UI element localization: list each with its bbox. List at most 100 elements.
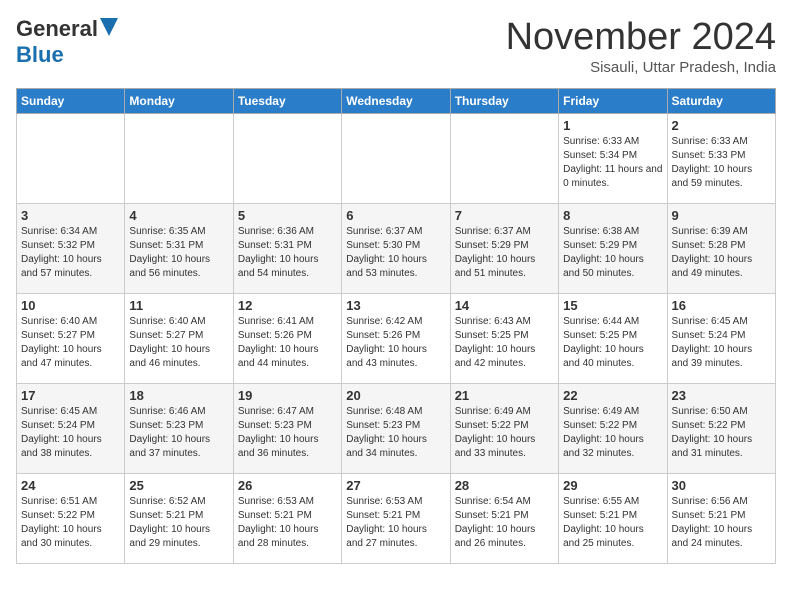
cell-info: Sunrise: 6:43 AM Sunset: 5:25 PM Dayligh… (455, 315, 554, 371)
cell-info: Sunrise: 6:49 AM Sunset: 5:22 PM Dayligh… (455, 405, 554, 461)
calendar-cell: 24 Sunrise: 6:51 AM Sunset: 5:22 PM Dayli… (17, 474, 125, 564)
day-number: 19 (238, 388, 337, 403)
day-number: 25 (129, 478, 228, 493)
calendar-cell (450, 114, 558, 204)
calendar-cell: 19Sunrise: 6:47 AM Sunset: 5:23 PM Dayli… (233, 384, 341, 474)
month-title: November 2024 (506, 16, 776, 59)
day-number: 11 (129, 298, 228, 313)
day-number: 8 (563, 208, 662, 223)
day-number: 10 (21, 298, 120, 313)
calendar-cell: 30 Sunrise: 6:56 AM Sunset: 5:21 PM Dayli… (667, 474, 775, 564)
calendar-cell (342, 114, 450, 204)
cell-info: Sunrise: 6:45 AM Sunset: 5:24 PM Dayligh… (21, 405, 120, 461)
calendar-cell: 25 Sunrise: 6:52 AM Sunset: 5:21 PM Dayli… (125, 474, 233, 564)
day-number: 26 (238, 478, 337, 493)
title-block: November 2024 Sisauli, Uttar Pradesh, In… (506, 16, 776, 76)
calendar-table: SundayMondayTuesdayWednesdayThursdayFrid… (16, 88, 776, 564)
calendar-cell: 21 Sunrise: 6:49 AM Sunset: 5:22 PM Dayli… (450, 384, 558, 474)
calendar-cell: 2 Sunrise: 6:33 AM Sunset: 5:33 PM Daylig… (667, 114, 775, 204)
day-number: 12 (238, 298, 337, 313)
calendar-cell: 27Sunrise: 6:53 AM Sunset: 5:21 PM Dayli… (342, 474, 450, 564)
cell-info: Sunrise: 6:49 AM Sunset: 5:22 PM Dayligh… (563, 405, 662, 461)
cell-info: Sunrise: 6:37 AM Sunset: 5:29 PM Dayligh… (455, 225, 554, 281)
calendar-cell: 6 Sunrise: 6:37 AM Sunset: 5:30 PM Daylig… (342, 204, 450, 294)
day-number: 18 (129, 388, 228, 403)
cell-info: Sunrise: 6:37 AM Sunset: 5:30 PM Dayligh… (346, 225, 445, 281)
day-number: 30 (672, 478, 771, 493)
calendar-cell: 9 Sunrise: 6:39 AM Sunset: 5:28 PM Daylig… (667, 204, 775, 294)
cell-info: Sunrise: 6:52 AM Sunset: 5:21 PM Dayligh… (129, 495, 228, 551)
logo-blue: Blue (16, 42, 64, 68)
cell-info: Sunrise: 6:40 AM Sunset: 5:27 PM Dayligh… (21, 315, 120, 371)
day-number: 16 (672, 298, 771, 313)
day-number: 7 (455, 208, 554, 223)
calendar-cell: 20Sunrise: 6:48 AM Sunset: 5:23 PM Dayli… (342, 384, 450, 474)
calendar-cell: 1 Sunrise: 6:33 AM Sunset: 5:34 PM Daylig… (559, 114, 667, 204)
cell-info: Sunrise: 6:33 AM Sunset: 5:34 PM Dayligh… (563, 135, 662, 191)
calendar-cell: 17 Sunrise: 6:45 AM Sunset: 5:24 PM Dayli… (17, 384, 125, 474)
day-number: 28 (455, 478, 554, 493)
weekday-header: Sunday (17, 89, 125, 114)
day-number: 4 (129, 208, 228, 223)
calendar-cell: 16 Sunrise: 6:45 AM Sunset: 5:24 PM Dayli… (667, 294, 775, 384)
calendar-cell: 28 Sunrise: 6:54 AM Sunset: 5:21 PM Dayli… (450, 474, 558, 564)
calendar-cell: 3 Sunrise: 6:34 AM Sunset: 5:32 PM Daylig… (17, 204, 125, 294)
logo-general: General (16, 16, 98, 42)
calendar-cell: 10 Sunrise: 6:40 AM Sunset: 5:27 PM Dayli… (17, 294, 125, 384)
cell-info: Sunrise: 6:51 AM Sunset: 5:22 PM Dayligh… (21, 495, 120, 551)
calendar-cell: 29Sunrise: 6:55 AM Sunset: 5:21 PM Dayli… (559, 474, 667, 564)
calendar-cell: 13 Sunrise: 6:42 AM Sunset: 5:26 PM Dayli… (342, 294, 450, 384)
day-number: 13 (346, 298, 445, 313)
cell-info: Sunrise: 6:36 AM Sunset: 5:31 PM Dayligh… (238, 225, 337, 281)
cell-info: Sunrise: 6:46 AM Sunset: 5:23 PM Dayligh… (129, 405, 228, 461)
calendar-week-row: 17 Sunrise: 6:45 AM Sunset: 5:24 PM Dayli… (17, 384, 776, 474)
calendar-cell: 23 Sunrise: 6:50 AM Sunset: 5:22 PM Dayli… (667, 384, 775, 474)
page-header: General Blue November 2024 Sisauli, Utta… (16, 16, 776, 76)
cell-info: Sunrise: 6:44 AM Sunset: 5:25 PM Dayligh… (563, 315, 662, 371)
day-number: 29 (563, 478, 662, 493)
calendar-cell: 15 Sunrise: 6:44 AM Sunset: 5:25 PM Dayli… (559, 294, 667, 384)
cell-info: Sunrise: 6:41 AM Sunset: 5:26 PM Dayligh… (238, 315, 337, 371)
day-number: 15 (563, 298, 662, 313)
calendar-cell: 8 Sunrise: 6:38 AM Sunset: 5:29 PM Daylig… (559, 204, 667, 294)
day-number: 21 (455, 388, 554, 403)
calendar-cell: 22 Sunrise: 6:49 AM Sunset: 5:22 PM Dayli… (559, 384, 667, 474)
calendar-cell (233, 114, 341, 204)
day-number: 6 (346, 208, 445, 223)
calendar-header-row: SundayMondayTuesdayWednesdayThursdayFrid… (17, 89, 776, 114)
day-number: 23 (672, 388, 771, 403)
day-number: 24 (21, 478, 120, 493)
calendar-cell: 18 Sunrise: 6:46 AM Sunset: 5:23 PM Dayli… (125, 384, 233, 474)
day-number: 2 (672, 118, 771, 133)
calendar-cell: 11Sunrise: 6:40 AM Sunset: 5:27 PM Dayli… (125, 294, 233, 384)
calendar-week-row: 24 Sunrise: 6:51 AM Sunset: 5:22 PM Dayli… (17, 474, 776, 564)
day-number: 9 (672, 208, 771, 223)
cell-info: Sunrise: 6:38 AM Sunset: 5:29 PM Dayligh… (563, 225, 662, 281)
cell-info: Sunrise: 6:39 AM Sunset: 5:28 PM Dayligh… (672, 225, 771, 281)
day-number: 5 (238, 208, 337, 223)
day-number: 14 (455, 298, 554, 313)
day-number: 20 (346, 388, 445, 403)
day-number: 22 (563, 388, 662, 403)
day-number: 17 (21, 388, 120, 403)
weekday-header: Tuesday (233, 89, 341, 114)
weekday-header: Thursday (450, 89, 558, 114)
calendar-cell: 14 Sunrise: 6:43 AM Sunset: 5:25 PM Dayli… (450, 294, 558, 384)
day-number: 3 (21, 208, 120, 223)
weekday-header: Friday (559, 89, 667, 114)
weekday-header: Wednesday (342, 89, 450, 114)
day-number: 1 (563, 118, 662, 133)
weekday-header: Saturday (667, 89, 775, 114)
cell-info: Sunrise: 6:50 AM Sunset: 5:22 PM Dayligh… (672, 405, 771, 461)
cell-info: Sunrise: 6:34 AM Sunset: 5:32 PM Dayligh… (21, 225, 120, 281)
cell-info: Sunrise: 6:45 AM Sunset: 5:24 PM Dayligh… (672, 315, 771, 371)
calendar-cell: 12 Sunrise: 6:41 AM Sunset: 5:26 PM Dayli… (233, 294, 341, 384)
cell-info: Sunrise: 6:54 AM Sunset: 5:21 PM Dayligh… (455, 495, 554, 551)
day-number: 27 (346, 478, 445, 493)
location-subtitle: Sisauli, Uttar Pradesh, India (506, 59, 776, 76)
calendar-week-row: 3 Sunrise: 6:34 AM Sunset: 5:32 PM Daylig… (17, 204, 776, 294)
cell-info: Sunrise: 6:33 AM Sunset: 5:33 PM Dayligh… (672, 135, 771, 191)
cell-info: Sunrise: 6:42 AM Sunset: 5:26 PM Dayligh… (346, 315, 445, 371)
logo: General Blue (16, 16, 118, 68)
cell-info: Sunrise: 6:56 AM Sunset: 5:21 PM Dayligh… (672, 495, 771, 551)
